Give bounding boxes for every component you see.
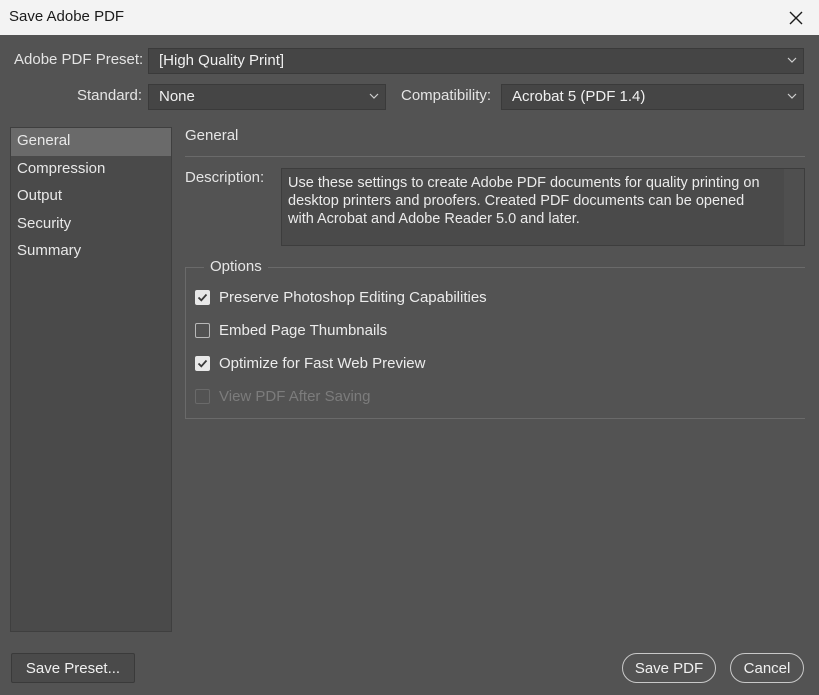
- checkmark-icon: [197, 293, 208, 302]
- option-preserve-editing[interactable]: Preserve Photoshop Editing Capabilities: [195, 289, 487, 306]
- description-box[interactable]: Use these settings to create Adobe PDF d…: [281, 168, 805, 246]
- chevron-down-icon: [369, 93, 379, 99]
- checkbox[interactable]: [195, 356, 210, 371]
- sidebar-item-output[interactable]: Output: [11, 183, 171, 211]
- cancel-button[interactable]: Cancel: [730, 653, 804, 683]
- description-line: desktop printers and proofers. Created P…: [288, 193, 745, 209]
- sidebar-item-security[interactable]: Security: [11, 211, 171, 239]
- option-label: Preserve Photoshop Editing Capabilities: [219, 289, 487, 306]
- preset-label: Adobe PDF Preset:: [14, 51, 144, 68]
- checkbox[interactable]: [195, 290, 210, 305]
- chevron-down-icon: [787, 93, 797, 99]
- sidebar-item-compression[interactable]: Compression: [11, 156, 171, 184]
- description-label: Description:: [185, 169, 265, 186]
- compatibility-label: Compatibility:: [401, 87, 492, 104]
- divider: [185, 156, 805, 157]
- standard-value: None: [159, 88, 195, 105]
- standard-select[interactable]: None: [148, 84, 386, 110]
- option-label: View PDF After Saving: [219, 388, 371, 405]
- option-embed-thumbnails[interactable]: Embed Page Thumbnails: [195, 322, 387, 339]
- sidebar-item-general[interactable]: General: [11, 128, 171, 156]
- option-optimize-web[interactable]: Optimize for Fast Web Preview: [195, 355, 425, 372]
- chevron-down-icon: [787, 57, 797, 63]
- option-label: Embed Page Thumbnails: [219, 322, 388, 339]
- close-icon: [789, 11, 803, 24]
- preset-select[interactable]: [High Quality Print]: [148, 48, 804, 74]
- save-pdf-button[interactable]: Save PDF: [622, 653, 716, 683]
- compatibility-value: Acrobat 5 (PDF 1.4): [512, 88, 646, 105]
- checkbox[interactable]: [195, 323, 210, 338]
- checkmark-icon: [197, 359, 208, 368]
- option-view-after-saving: View PDF After Saving: [195, 388, 370, 405]
- description-scrollbar[interactable]: [784, 169, 804, 245]
- preset-value: [High Quality Print]: [159, 52, 285, 69]
- compatibility-select[interactable]: Acrobat 5 (PDF 1.4): [501, 84, 804, 110]
- description-line: Use these settings to create Adobe PDF d…: [288, 175, 760, 191]
- option-label: Optimize for Fast Web Preview: [219, 355, 426, 372]
- dialog-body: Adobe PDF Preset: [High Quality Print] S…: [0, 35, 819, 695]
- window-title: Save Adobe PDF: [9, 8, 125, 25]
- checkbox: [195, 389, 210, 404]
- title-bar: Save Adobe PDF: [0, 0, 819, 35]
- options-legend: Options: [204, 258, 268, 275]
- description-line: with Acrobat and Adobe Reader 5.0 and la…: [288, 211, 580, 227]
- section-title: General: [185, 127, 239, 144]
- sidebar-item-summary[interactable]: Summary: [11, 238, 171, 266]
- save-preset-button[interactable]: Save Preset...: [11, 653, 135, 683]
- sidebar: General Compression Output Security Summ…: [10, 127, 172, 632]
- close-button[interactable]: [773, 0, 819, 35]
- standard-label: Standard:: [77, 87, 143, 104]
